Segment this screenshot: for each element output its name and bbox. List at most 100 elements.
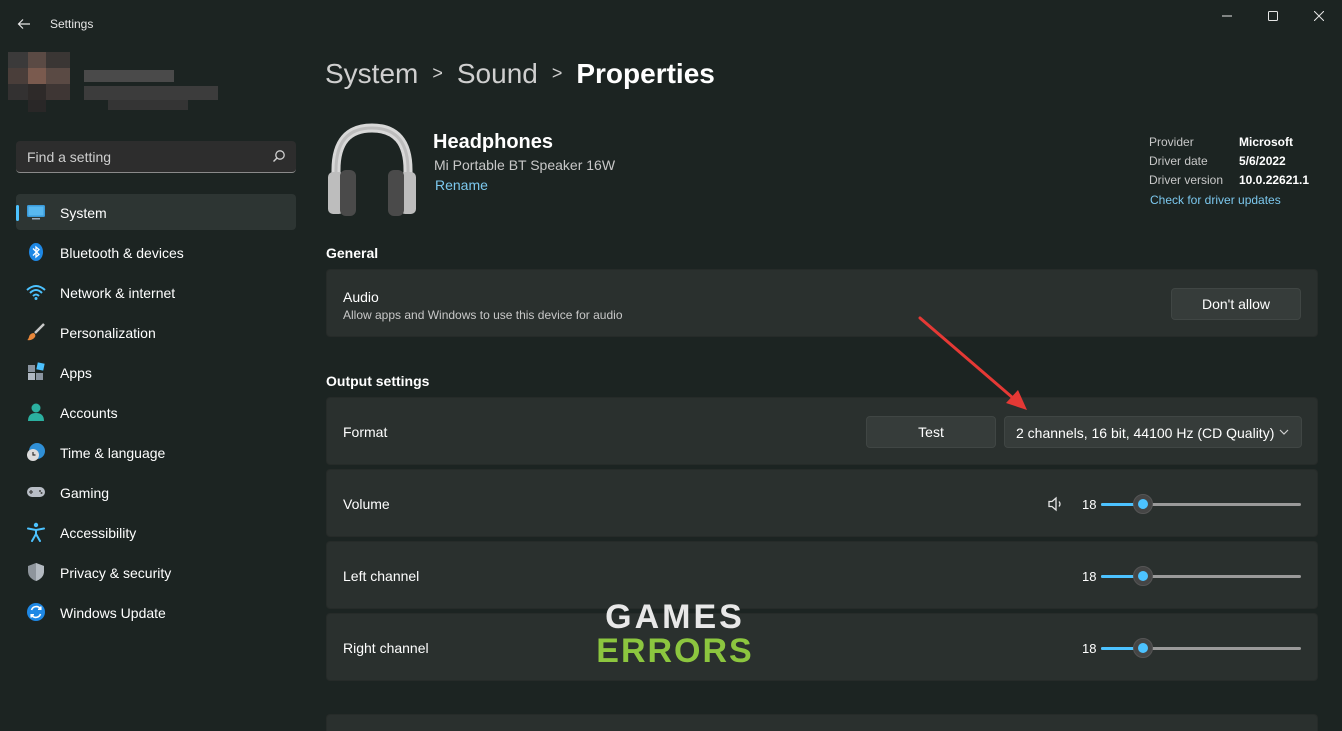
brush-icon bbox=[27, 323, 45, 341]
page-title: Properties bbox=[576, 58, 715, 89]
minimize-icon bbox=[1222, 15, 1232, 17]
sidebar-item-label: Time & language bbox=[60, 445, 166, 461]
driver-version-value: 10.0.22621.1 bbox=[1239, 173, 1310, 187]
audio-card: Audio Allow apps and Windows to use this… bbox=[326, 269, 1318, 337]
left-channel-value: 18 bbox=[1082, 569, 1097, 584]
sidebar-item-gaming[interactable]: Gaming bbox=[16, 474, 296, 510]
volume-value: 18 bbox=[1082, 497, 1097, 512]
sidebar-nav: System Bluetooth & devices Network & int… bbox=[16, 194, 296, 634]
audio-description: Allow apps and Windows to use this devic… bbox=[343, 308, 623, 322]
close-button[interactable] bbox=[1296, 0, 1342, 32]
sidebar-item-system[interactable]: System bbox=[16, 194, 296, 230]
driver-version-label: Driver version bbox=[1149, 173, 1224, 187]
app-title: Settings bbox=[50, 17, 94, 31]
search-icon bbox=[273, 150, 285, 162]
format-dropdown-value: 2 channels, 16 bit, 44100 Hz (CD Quality… bbox=[1016, 425, 1275, 441]
gaming-icon bbox=[27, 487, 45, 497]
right-channel-slider[interactable] bbox=[1101, 638, 1301, 658]
search-placeholder: Find a setting bbox=[27, 149, 112, 165]
back-button[interactable] bbox=[10, 10, 38, 38]
games-errors-watermark: GAMES ERRORS bbox=[595, 600, 755, 668]
shield-icon bbox=[28, 563, 44, 581]
slider-thumb[interactable] bbox=[1133, 638, 1153, 658]
breadcrumb-sound[interactable]: Sound bbox=[457, 58, 538, 89]
volume-card: Volume 18 bbox=[326, 469, 1318, 537]
sidebar-item-bluetooth[interactable]: Bluetooth & devices bbox=[16, 234, 296, 270]
slider-thumb[interactable] bbox=[1133, 566, 1153, 586]
device-name: Headphones bbox=[433, 131, 554, 153]
right-channel-card: Right channel 18 bbox=[326, 613, 1318, 681]
sidebar-item-accounts[interactable]: Accounts bbox=[16, 394, 296, 430]
maximize-button[interactable] bbox=[1250, 0, 1296, 32]
active-indicator bbox=[16, 205, 19, 221]
sidebar-item-personalization[interactable]: Personalization bbox=[16, 314, 296, 350]
driver-provider-label: Provider bbox=[1149, 135, 1194, 149]
accessibility-icon bbox=[27, 522, 45, 542]
windows-update-icon bbox=[27, 603, 45, 621]
headphones-icon bbox=[328, 123, 416, 216]
system-icon bbox=[27, 205, 45, 220]
general-heading: General bbox=[326, 245, 379, 261]
slider-thumb[interactable] bbox=[1133, 494, 1153, 514]
sidebar-item-windows-update[interactable]: Windows Update bbox=[16, 594, 296, 630]
driver-info: Provider Microsoft Driver date 5/6/2022 … bbox=[1149, 135, 1329, 192]
driver-provider-value: Microsoft bbox=[1239, 135, 1293, 149]
accounts-icon bbox=[28, 403, 44, 421]
minimize-button[interactable] bbox=[1204, 0, 1250, 32]
chevron-down-icon bbox=[1279, 429, 1289, 435]
driver-version-row: Driver version 10.0.22621.1 bbox=[1149, 173, 1329, 192]
device-model: Mi Portable BT Speaker 16W bbox=[434, 157, 616, 173]
breadcrumb-separator-icon: > bbox=[432, 63, 443, 83]
breadcrumb: System > Sound > Properties bbox=[325, 58, 715, 98]
left-channel-card: Left channel 18 bbox=[326, 541, 1318, 609]
sidebar-item-label: Network & internet bbox=[60, 285, 176, 301]
driver-date-label: Driver date bbox=[1149, 154, 1208, 168]
sidebar-item-accessibility[interactable]: Accessibility bbox=[16, 514, 296, 550]
dont-allow-button[interactable]: Don't allow bbox=[1171, 288, 1301, 320]
left-channel-slider[interactable] bbox=[1101, 566, 1301, 586]
breadcrumb-separator-icon: > bbox=[551, 63, 563, 83]
sidebar-item-label: Apps bbox=[60, 365, 92, 381]
bluetooth-icon bbox=[29, 243, 43, 261]
right-channel-label: Right channel bbox=[343, 640, 429, 656]
driver-date-row: Driver date 5/6/2022 bbox=[1149, 154, 1329, 173]
watermark-top: GAMES bbox=[605, 598, 745, 636]
format-dropdown[interactable]: 2 channels, 16 bit, 44100 Hz (CD Quality… bbox=[1004, 416, 1302, 448]
network-icon bbox=[26, 285, 46, 300]
sidebar-item-privacy-security[interactable]: Privacy & security bbox=[16, 554, 296, 590]
format-label: Format bbox=[343, 424, 388, 440]
maximize-icon bbox=[1268, 11, 1278, 21]
audio-title: Audio bbox=[343, 289, 379, 305]
driver-provider-row: Provider Microsoft bbox=[1149, 135, 1329, 154]
time-language-icon bbox=[27, 443, 45, 461]
account-avatar-blurred[interactable] bbox=[8, 52, 220, 116]
driver-date-value: 5/6/2022 bbox=[1239, 154, 1286, 168]
sidebar-item-label: System bbox=[60, 205, 107, 221]
settings-window: Settings Find a setting System Bluetooth… bbox=[0, 0, 1342, 731]
rename-link[interactable]: Rename bbox=[435, 177, 488, 193]
breadcrumb-system[interactable]: System bbox=[325, 58, 418, 89]
output-settings-heading: Output settings bbox=[326, 373, 430, 389]
sidebar-item-network[interactable]: Network & internet bbox=[16, 274, 296, 310]
sidebar-item-label: Windows Update bbox=[60, 605, 166, 621]
watermark-bottom: ERRORS bbox=[596, 632, 754, 670]
right-channel-value: 18 bbox=[1082, 641, 1097, 656]
next-card-partial bbox=[326, 714, 1318, 731]
sidebar-item-label: Gaming bbox=[60, 485, 110, 501]
check-driver-updates-link[interactable]: Check for driver updates bbox=[1150, 193, 1281, 207]
annotation-arrow-icon bbox=[918, 316, 1027, 410]
left-channel-label: Left channel bbox=[343, 568, 420, 584]
volume-slider[interactable] bbox=[1101, 494, 1301, 514]
test-button[interactable]: Test bbox=[866, 416, 996, 448]
format-card: Format Test 2 channels, 16 bit, 44100 Hz… bbox=[326, 397, 1318, 465]
sidebar-item-label: Bluetooth & devices bbox=[60, 245, 184, 261]
apps-icon bbox=[28, 362, 45, 380]
sidebar-item-apps[interactable]: Apps bbox=[16, 354, 296, 390]
search-input[interactable]: Find a setting bbox=[16, 141, 296, 173]
volume-label: Volume bbox=[343, 496, 390, 512]
speaker-icon[interactable] bbox=[1047, 495, 1065, 513]
sidebar-item-label: Accessibility bbox=[60, 525, 137, 541]
sidebar-item-time-language[interactable]: Time & language bbox=[16, 434, 296, 470]
sidebar-item-label: Accounts bbox=[60, 405, 118, 421]
back-arrow-icon bbox=[17, 19, 30, 29]
